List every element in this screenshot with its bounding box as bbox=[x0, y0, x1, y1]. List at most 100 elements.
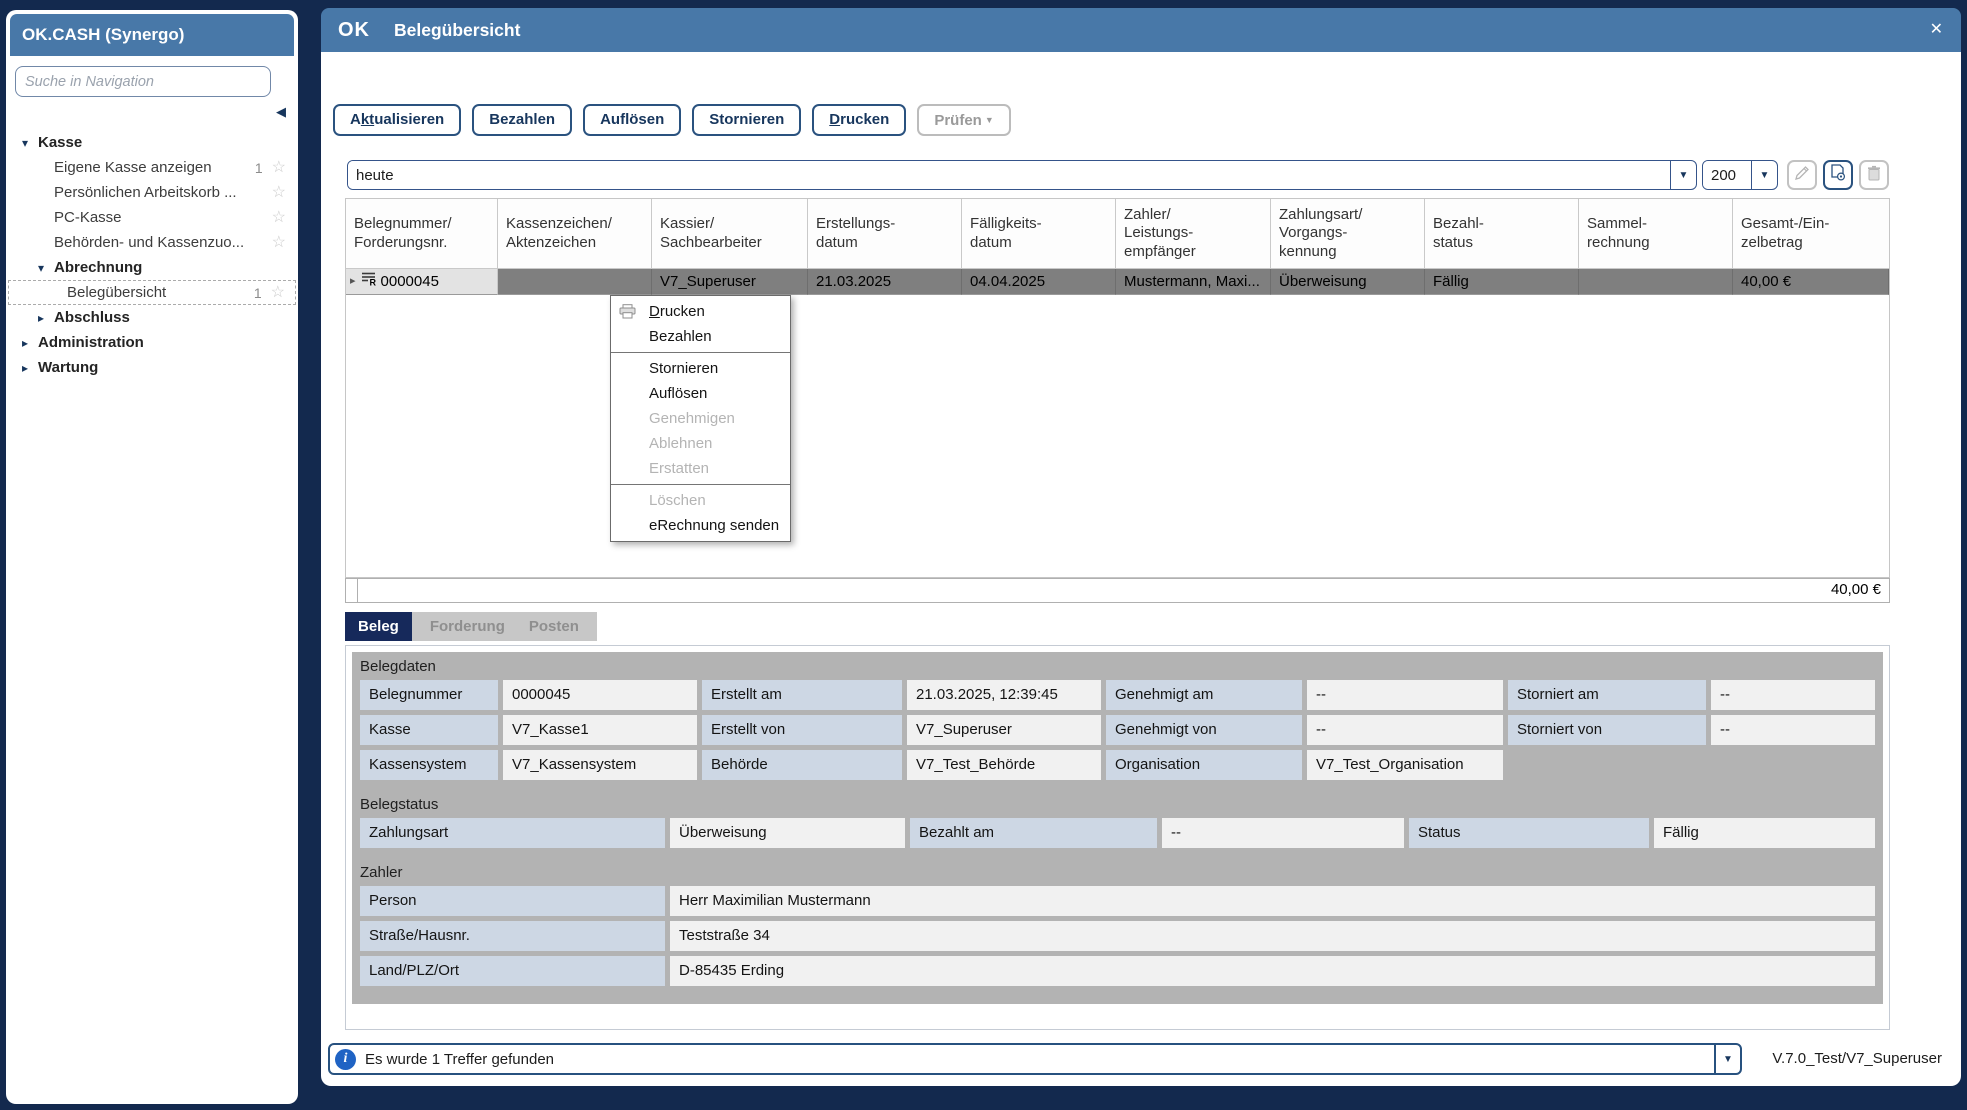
column-header[interactable]: Gesamt-/Ein-zelbetrag bbox=[1733, 199, 1889, 269]
tree-expanded-icon[interactable]: ▾ bbox=[38, 261, 54, 275]
column-header[interactable]: Kassier/Sachbearbeiter bbox=[652, 199, 808, 269]
tree-expanded-icon[interactable]: ▾ bbox=[22, 136, 38, 150]
navigation-search-input[interactable] bbox=[15, 66, 271, 97]
sammelrechnung-cell[interactable] bbox=[1579, 269, 1733, 295]
sidebar-item-label: Kasse bbox=[38, 134, 82, 151]
sidebar-item-eigene-kasse-anzeigen[interactable]: Eigene Kasse anzeigen 1☆ bbox=[8, 155, 296, 180]
drucken-button[interactable]: Drucken bbox=[812, 104, 906, 136]
menu-item-erstatten: Erstatten bbox=[611, 456, 790, 481]
sidebar-item-label: PC-Kasse bbox=[54, 209, 122, 226]
sidebar-item-label: Abrechnung bbox=[54, 259, 142, 276]
receipt-icon: R bbox=[361, 269, 376, 294]
sidebar-item-administration[interactable]: ▸ Administration bbox=[8, 330, 296, 355]
favorite-star-icon[interactable]: ☆ bbox=[272, 210, 286, 226]
menu-item-drucken[interactable]: Drucken bbox=[611, 299, 790, 324]
favorite-star-icon[interactable]: ☆ bbox=[272, 235, 286, 251]
zahler-cell[interactable]: Mustermann, Maxi... bbox=[1116, 269, 1271, 295]
svg-text:R: R bbox=[369, 278, 376, 287]
field-label: Storniert von bbox=[1508, 715, 1706, 745]
column-header[interactable]: Sammel-rechnung bbox=[1579, 199, 1733, 269]
sidebar-item-kasse[interactable]: ▾ Kasse bbox=[8, 130, 296, 155]
bezahlstatus-cell[interactable]: Fällig bbox=[1425, 269, 1579, 295]
tree-collapsed-icon[interactable]: ▸ bbox=[38, 311, 54, 325]
row-expand-icon[interactable]: ▸ bbox=[350, 269, 356, 294]
sidebar-item-label: Belegübersicht bbox=[67, 284, 166, 301]
erstellungsdatum-cell[interactable]: 21.03.2025 bbox=[808, 269, 962, 295]
stornieren-button[interactable]: Stornieren bbox=[692, 104, 801, 136]
collapse-sidebar-button[interactable]: ◀ bbox=[276, 104, 286, 120]
field-value: -- bbox=[1711, 680, 1875, 710]
favorite-star-icon[interactable]: ☆ bbox=[271, 285, 285, 301]
tab-forderung[interactable]: Forderung bbox=[418, 612, 517, 641]
field-value: V7_Kasse1 bbox=[503, 715, 697, 745]
document-options-icon bbox=[1830, 164, 1846, 186]
sidebar-item-pc-kasse[interactable]: PC-Kasse ☆ bbox=[8, 205, 296, 230]
aktualisieren-button[interactable]: Aktualisieren bbox=[333, 104, 461, 136]
detail-tabs: Beleg Forderung Posten bbox=[345, 612, 597, 641]
bezahlen-button[interactable]: Bezahlen bbox=[472, 104, 572, 136]
column-header[interactable]: Fälligkeits-datum bbox=[962, 199, 1116, 269]
sidebar-item-abrechnung[interactable]: ▾ Abrechnung bbox=[8, 255, 296, 280]
aufloesen-button[interactable]: Auflösen bbox=[583, 104, 681, 136]
sidebar-item-wartung[interactable]: ▸ Wartung bbox=[8, 355, 296, 380]
sidebar-item-label: Behörden- und Kassenzuo... bbox=[54, 234, 244, 251]
betrag-cell[interactable]: 40,00 € bbox=[1733, 269, 1889, 295]
sidebar-item-label: Administration bbox=[38, 334, 144, 351]
close-icon[interactable]: ✕ bbox=[1930, 8, 1943, 52]
tab-posten[interactable]: Posten bbox=[517, 612, 591, 641]
dropdown-arrow-icon: ▼ bbox=[1760, 170, 1770, 181]
column-header[interactable]: Kassenzeichen/Aktenzeichen bbox=[498, 199, 652, 269]
field-label: Erstellt am bbox=[702, 680, 902, 710]
field-value: -- bbox=[1711, 715, 1875, 745]
menu-item-stornieren[interactable]: Stornieren bbox=[611, 356, 790, 381]
sidebar-item-beleguebersicht[interactable]: Belegübersicht 1 ☆ bbox=[8, 280, 296, 305]
menu-item-bezahlen[interactable]: Bezahlen bbox=[611, 324, 790, 349]
tree-collapsed-icon[interactable]: ▸ bbox=[22, 361, 38, 375]
limit-input[interactable] bbox=[1703, 161, 1751, 189]
column-header[interactable]: Bezahl-status bbox=[1425, 199, 1579, 269]
limit-dropdown-button[interactable]: ▼ bbox=[1751, 161, 1777, 189]
sidebar-item-abschluss[interactable]: ▸ Abschluss bbox=[8, 305, 296, 330]
sidebar-item-behoerden-kassenzuordnung[interactable]: Behörden- und Kassenzuo... ☆ bbox=[8, 230, 296, 255]
column-header[interactable]: Zahlungsart/Vorgangs-kennung bbox=[1271, 199, 1425, 269]
empty-cell bbox=[1508, 750, 1875, 780]
save-filter-button[interactable] bbox=[1823, 160, 1853, 190]
tab-beleg[interactable]: Beleg bbox=[345, 612, 412, 641]
field-label: Genehmigt von bbox=[1106, 715, 1302, 745]
belegdaten-grid: Belegnummer 0000045 Erstellt am 21.03.20… bbox=[360, 680, 1875, 780]
dropdown-arrow-icon: ▼ bbox=[1723, 1054, 1733, 1065]
filter-input[interactable] bbox=[348, 161, 1670, 189]
table-row[interactable]: ▸ R 0000045 V7_Superuser 21.03.2025 04.0… bbox=[346, 269, 1889, 295]
column-header[interactable]: Belegnummer/Forderungsnr. bbox=[346, 199, 498, 269]
column-header[interactable]: Erstellungs-datum bbox=[808, 199, 962, 269]
menu-item-genehmigen: Genehmigen bbox=[611, 406, 790, 431]
tree-collapsed-icon[interactable]: ▸ bbox=[22, 336, 38, 350]
zahlungsart-cell[interactable]: Überweisung bbox=[1271, 269, 1425, 295]
sidebar-item-persoenlicher-arbeitskorb[interactable]: Persönlichen Arbeitskorb ... ☆ bbox=[8, 180, 296, 205]
filter-combobox: ▼ bbox=[347, 160, 1697, 190]
status-message-box: i Es wurde 1 Treffer gefunden ▼ bbox=[328, 1043, 1742, 1075]
menu-item-aufloesen[interactable]: Auflösen bbox=[611, 381, 790, 406]
field-value: -- bbox=[1307, 715, 1503, 745]
status-dropdown-button[interactable]: ▼ bbox=[1714, 1045, 1740, 1073]
limit-combobox: ▼ bbox=[1702, 160, 1778, 190]
favorite-star-icon[interactable]: ☆ bbox=[272, 185, 286, 201]
kassier-cell[interactable]: V7_Superuser bbox=[652, 269, 808, 295]
field-label: Status bbox=[1409, 818, 1649, 848]
context-menu: Drucken Bezahlen Stornieren Auflösen Gen… bbox=[610, 295, 791, 542]
kassenzeichen-cell[interactable] bbox=[498, 269, 652, 295]
delete-filter-button bbox=[1859, 160, 1889, 190]
belegnummer-cell[interactable]: ▸ R 0000045 bbox=[346, 269, 498, 295]
faelligkeitsdatum-cell[interactable]: 04.04.2025 bbox=[962, 269, 1116, 295]
field-label: Straße/Hausnr. bbox=[360, 921, 665, 951]
pencil-icon bbox=[1794, 165, 1810, 186]
menu-item-erechnung-senden[interactable]: eRechnung senden bbox=[611, 513, 790, 538]
count-badge: 1 bbox=[253, 285, 262, 301]
filter-dropdown-button[interactable]: ▼ bbox=[1670, 161, 1696, 189]
sidebar-item-label: Wartung bbox=[38, 359, 98, 376]
window-title: Belegübersicht bbox=[394, 20, 520, 41]
field-label: Land/PLZ/Ort bbox=[360, 956, 665, 986]
menu-separator bbox=[611, 352, 790, 353]
favorite-star-icon[interactable]: ☆ bbox=[272, 160, 286, 176]
column-header[interactable]: Zahler/Leistungs-empfänger bbox=[1116, 199, 1271, 269]
